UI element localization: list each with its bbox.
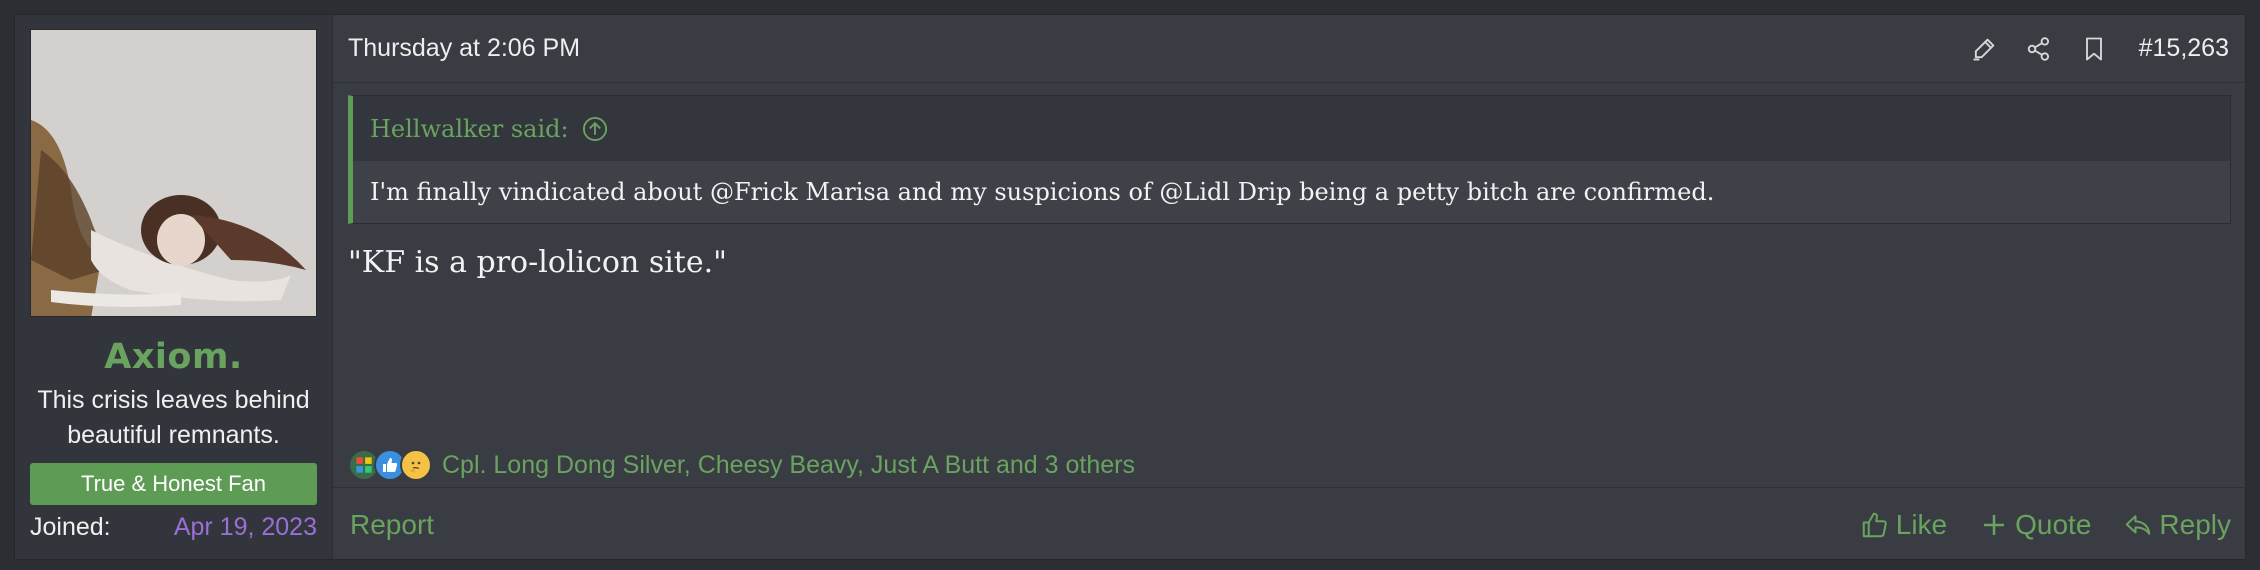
reactions-bar: Cpl. Long Dong Silver, Cheesy Beavy, Jus… (348, 449, 1135, 481)
post-footer: Report Like Quote Reply (333, 487, 2245, 561)
user-banner: True & Honest Fan (30, 463, 317, 505)
quote-header: Hellwalker said: (353, 96, 2230, 161)
arrow-up-circle-icon[interactable] (581, 115, 609, 143)
post-message: "KF is a pro-lolicon site." (348, 245, 727, 280)
reply-button[interactable]: Reply (2123, 509, 2231, 541)
post-content-panel: Thursday at 2:06 PM #15,263 Hellwalker s… (333, 15, 2245, 559)
thinking-face-reaction-icon (400, 449, 432, 481)
user-info-panel: Axiom. This crisis leaves behind beautif… (15, 15, 333, 559)
quote-label: Quote (2015, 508, 2092, 540)
plus-icon (1984, 514, 2005, 535)
thumbs-up-icon (1862, 512, 1887, 537)
highlight-icon[interactable] (1970, 35, 1998, 63)
share-icon[interactable] (2025, 35, 2053, 63)
reply-arrow-icon (2126, 514, 2151, 535)
reaction-icons[interactable] (348, 449, 432, 481)
report-link[interactable]: Report (350, 509, 434, 541)
like-label: Like (1895, 508, 1948, 540)
avatar-image (31, 30, 316, 316)
joined-row: Joined: Apr 19, 2023 (30, 513, 317, 542)
username[interactable]: Axiom. (104, 337, 242, 377)
post-footer-actions: Like Quote Reply (1828, 509, 2231, 541)
quote-author[interactable]: Hellwalker said: (370, 115, 569, 143)
joined-date: Apr 19, 2023 (173, 513, 317, 541)
joined-label: Joined: (30, 513, 111, 541)
like-button[interactable]: Like (1860, 509, 1947, 541)
quote-text: I'm finally vindicated about @Frick Mari… (353, 161, 2230, 223)
post-number[interactable]: #15,263 (2139, 34, 2229, 63)
user-avatar[interactable] (30, 29, 317, 317)
quote-button[interactable]: Quote (1979, 509, 2091, 541)
reaction-users[interactable]: Cpl. Long Dong Silver, Cheesy Beavy, Jus… (442, 451, 1135, 480)
post-header: Thursday at 2:06 PM #15,263 (333, 15, 2245, 83)
quote-block: Hellwalker said: I'm finally vindicated … (348, 95, 2231, 224)
user-title: This crisis leaves behind beautiful remn… (37, 386, 310, 449)
reply-label: Reply (2159, 508, 2231, 540)
post-date[interactable]: Thursday at 2:06 PM (348, 34, 580, 63)
forum-post: Axiom. This crisis leaves behind beautif… (14, 14, 2246, 560)
post-header-actions: #15,263 (1943, 34, 2229, 63)
bookmark-icon[interactable] (2080, 35, 2108, 63)
